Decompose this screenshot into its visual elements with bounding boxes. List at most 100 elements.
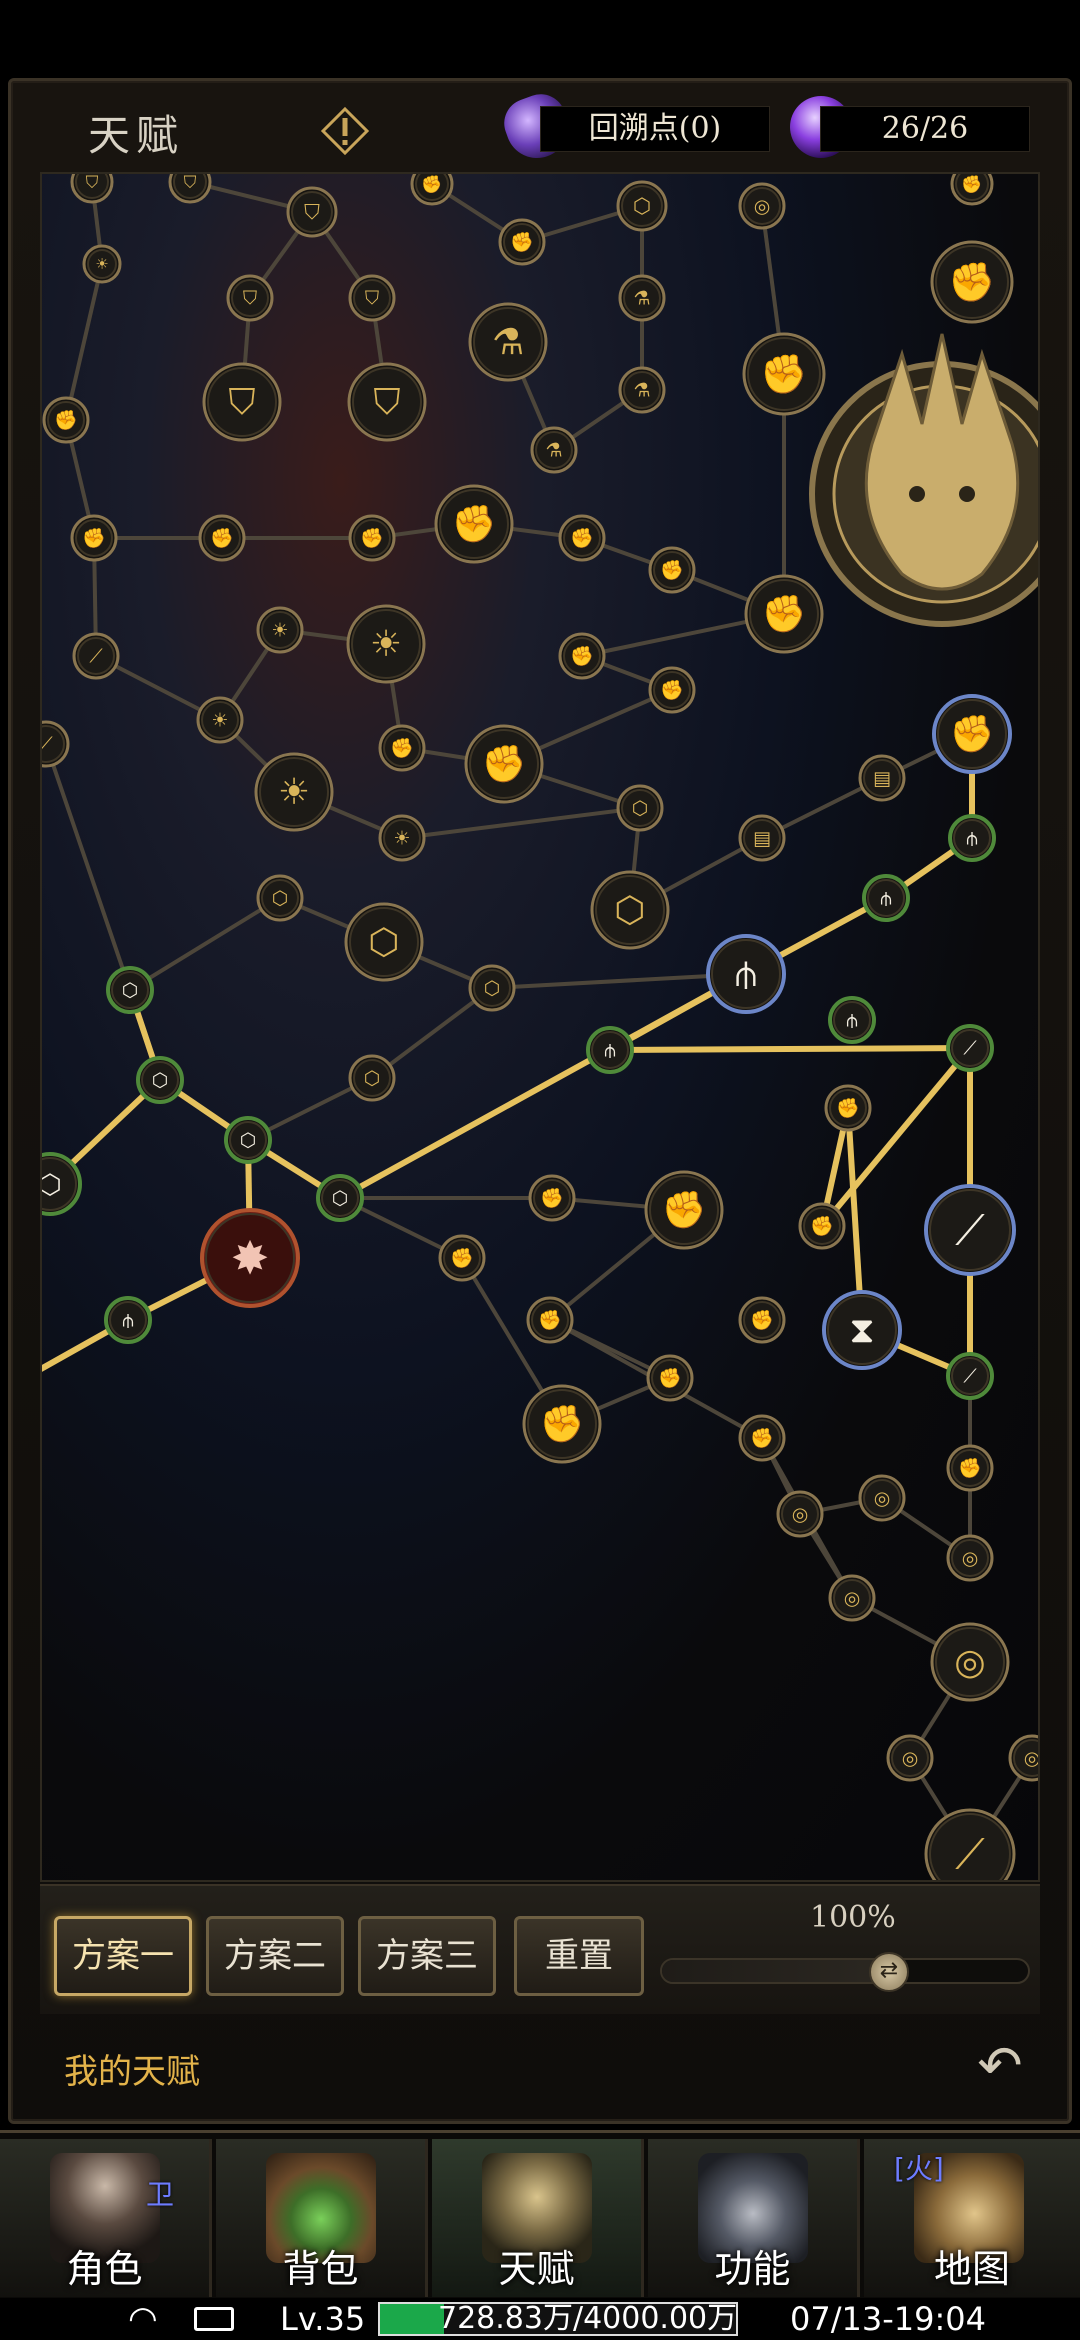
back-arrow-icon[interactable]: ↶ (970, 2036, 1030, 2096)
talent-node-fist-icon[interactable]: ✊ (42, 396, 90, 444)
talent-node-shield-icon[interactable]: ⬡ (348, 1054, 396, 1102)
plan-three-button[interactable]: 方案三 (358, 1916, 496, 1996)
talent-node-glyph: ✊ (660, 559, 684, 581)
talent-node-fist-icon[interactable]: ✊ (464, 724, 544, 804)
talent-node-flask-icon[interactable]: ⚗ (530, 426, 578, 474)
talent-node-trident-icon[interactable]: ⫛ (828, 996, 876, 1044)
talent-node-fist-icon[interactable]: ✊ (498, 218, 546, 266)
nav-item-character[interactable]: 卫 角色 (0, 2139, 212, 2297)
talent-node-flask-icon[interactable]: ⚗ (618, 274, 666, 322)
reset-button[interactable]: 重置 (514, 1916, 644, 1996)
talent-node-sun-icon[interactable]: ☀ (254, 752, 334, 832)
talent-node-coin-icon[interactable]: ◎ (930, 1622, 1010, 1702)
talent-node-wing-icon[interactable]: ⟋ (42, 720, 70, 768)
talent-node-special-icon[interactable]: ✸ (200, 1208, 300, 1308)
talent-node-fist-icon[interactable]: ✊ (70, 514, 118, 562)
talent-node-fist-icon[interactable]: ✊ (644, 1170, 724, 1250)
talent-node-fist-icon[interactable]: ✊ (528, 1174, 576, 1222)
talent-node-trident-icon[interactable]: ⫛ (706, 934, 786, 1014)
talent-node-fist-icon[interactable]: ✊ (198, 514, 246, 562)
talent-node-shield-icon[interactable]: ⬡ (468, 964, 516, 1012)
talent-node-coin-icon[interactable]: ◎ (858, 1474, 906, 1522)
talent-node-shield-icon[interactable]: ⬡ (316, 1174, 364, 1222)
talent-node-sun-icon[interactable]: ☀ (346, 604, 426, 684)
talent-node-fist-icon[interactable]: ✊ (742, 332, 826, 416)
talent-node-trident-icon[interactable]: ⫛ (862, 874, 910, 922)
talent-tree-canvas[interactable]: ⛉ ⛉ ✊ ✊ ⛉ ✊ ⬡ ◎ ☀ ⛉ ⛉ ⚗ ✊ ⚗ ✊ ⛉ ⛉ ⚗ ✊ ⚗ ✊ ✊ ✊ ✊ ✊ ✊ ✊ ⟋ ☀ ☀ ✊ ✊ ⟋ ☀ ✊ ✊ ✊ ▤ ☀ ☀… (40, 172, 1040, 1882)
talent-tree-graph[interactable]: ⛉ ⛉ ✊ ✊ ⛉ ✊ ⬡ ◎ ☀ ⛉ ⛉ ⚗ ✊ ⚗ ✊ ⛉ ⛉ ⚗ ✊ ⚗ ✊ ✊ ✊ ✊ ✊ ✊ ✊ ⟋ ☀ ☀ ✊ ✊ ⟋ ☀ ✊ ✊ ✊ ▤ ☀ ☀… (42, 174, 1040, 1882)
talent-node-hood-icon[interactable]: ⛉ (226, 274, 274, 322)
plan-two-button[interactable]: 方案二 (206, 1916, 344, 1996)
talent-node-sun-icon[interactable]: ☀ (378, 814, 426, 862)
talent-node-hood-icon[interactable]: ⛉ (286, 186, 338, 238)
talent-node-book-icon[interactable]: ▤ (858, 754, 906, 802)
talent-node-hood-icon[interactable]: ⛉ (202, 362, 282, 442)
talent-node-wing-icon[interactable]: ⟋ (946, 1024, 994, 1072)
talent-node-shield-icon[interactable]: ⬡ (590, 870, 670, 950)
talent-node-hour-icon[interactable]: ⧗ (822, 1290, 902, 1370)
talent-node-fist-icon[interactable]: ✊ (378, 724, 426, 772)
talent-node-wing-icon[interactable]: ⟋ (924, 1184, 1016, 1276)
zoom-slider-knob-icon[interactable]: ⇄ (868, 1952, 909, 1992)
talent-node-shield-icon[interactable]: ⬡ (256, 874, 304, 922)
talent-node-shield-icon[interactable]: ⬡ (224, 1116, 272, 1164)
talent-node-fist-icon[interactable]: ✊ (950, 174, 994, 206)
talent-node-fist-icon[interactable]: ✊ (558, 514, 606, 562)
talent-node-flask-icon[interactable]: ⚗ (468, 302, 548, 382)
nav-item-bag[interactable]: 背包 (216, 2139, 428, 2297)
talent-node-shield-icon[interactable]: ⬡ (106, 966, 154, 1014)
talent-node-sun-icon[interactable]: ☀ (256, 606, 304, 654)
talent-node-fist-icon[interactable]: ✊ (522, 1384, 602, 1464)
plan-one-button[interactable]: 方案一 (54, 1916, 192, 1996)
my-talent-label[interactable]: 我的天赋 (64, 2044, 200, 2093)
talent-node-fist-icon[interactable]: ✊ (558, 632, 606, 680)
talent-node-fist-icon[interactable]: ✊ (410, 174, 454, 206)
talent-node-trident-icon[interactable]: ⫛ (948, 814, 996, 862)
talent-node-wing-icon[interactable]: ⟋ (946, 1352, 994, 1400)
talent-node-wing-icon[interactable]: ⟋ (72, 632, 120, 680)
warning-icon[interactable] (320, 106, 370, 156)
talent-node-sun-icon[interactable]: ☀ (82, 244, 122, 284)
talent-node-wing-icon[interactable]: ⟋ (924, 1808, 1016, 1882)
talent-node-fist-icon[interactable]: ✊ (648, 546, 696, 594)
talent-node-fist-icon[interactable]: ✊ (798, 1202, 846, 1250)
talent-node-book-icon[interactable]: ▤ (738, 814, 786, 862)
nav-item-map[interactable]: [火] 地图 (864, 2139, 1080, 2297)
talent-node-coin-icon[interactable]: ◎ (946, 1534, 994, 1582)
talent-node-hood-icon[interactable]: ⛉ (70, 174, 114, 204)
talent-node-fist-icon[interactable]: ✊ (930, 240, 1014, 324)
talent-node-fist-icon[interactable]: ✊ (648, 666, 696, 714)
nav-item-talent[interactable]: 天赋 (432, 2139, 644, 2297)
zoom-slider[interactable]: ⇄ (660, 1952, 1030, 1992)
talent-node-fist-icon[interactable]: ✊ (946, 1444, 994, 1492)
talent-link (44, 743, 132, 991)
nav-item-function[interactable]: 功能 (648, 2139, 860, 2297)
talent-node-fist-icon[interactable]: ✊ (646, 1354, 694, 1402)
talent-node-fist-icon[interactable]: ✊ (434, 484, 514, 564)
talent-node-shield-icon[interactable]: ⬡ (616, 180, 668, 232)
talent-node-hood-icon[interactable]: ⛉ (347, 362, 427, 442)
talent-node-trident-icon[interactable]: ⫛ (586, 1026, 634, 1074)
talent-node-trident-icon[interactable]: ⫛ (104, 1296, 152, 1344)
talent-node-fist-icon[interactable]: ✊ (738, 1414, 786, 1462)
talent-node-shield-icon[interactable]: ⬡ (344, 902, 424, 982)
talent-node-fist-icon[interactable]: ✊ (348, 514, 396, 562)
talent-node-fist-icon[interactable]: ✊ (526, 1296, 574, 1344)
talent-node-hood-icon[interactable]: ⛉ (348, 274, 396, 322)
talent-node-fist-icon[interactable]: ✊ (744, 574, 824, 654)
talent-node-hood-icon[interactable]: ⛉ (168, 174, 212, 204)
nav-label-bag: 背包 (282, 2247, 359, 2291)
talent-node-sun-icon[interactable]: ☀ (196, 696, 244, 744)
talent-node-shield-icon[interactable]: ⬡ (136, 1056, 184, 1104)
talent-node-coin-icon[interactable]: ◎ (828, 1574, 876, 1622)
talent-node-coin-icon[interactable]: ◎ (1008, 1734, 1040, 1782)
talent-node-coin-icon[interactable]: ◎ (738, 182, 786, 230)
talent-node-fist-icon[interactable]: ✊ (824, 1084, 872, 1132)
talent-node-fist-icon[interactable]: ✊ (438, 1234, 486, 1282)
talent-node-fist-icon[interactable]: ✊ (932, 694, 1012, 774)
talent-node-coin-icon[interactable]: ◎ (886, 1734, 934, 1782)
talent-node-fist-icon[interactable]: ✊ (738, 1296, 786, 1344)
talent-node-flask-icon[interactable]: ⚗ (618, 366, 666, 414)
talent-node-shield-icon[interactable]: ⬡ (616, 784, 664, 832)
talent-node-coin-icon[interactable]: ◎ (776, 1490, 824, 1538)
